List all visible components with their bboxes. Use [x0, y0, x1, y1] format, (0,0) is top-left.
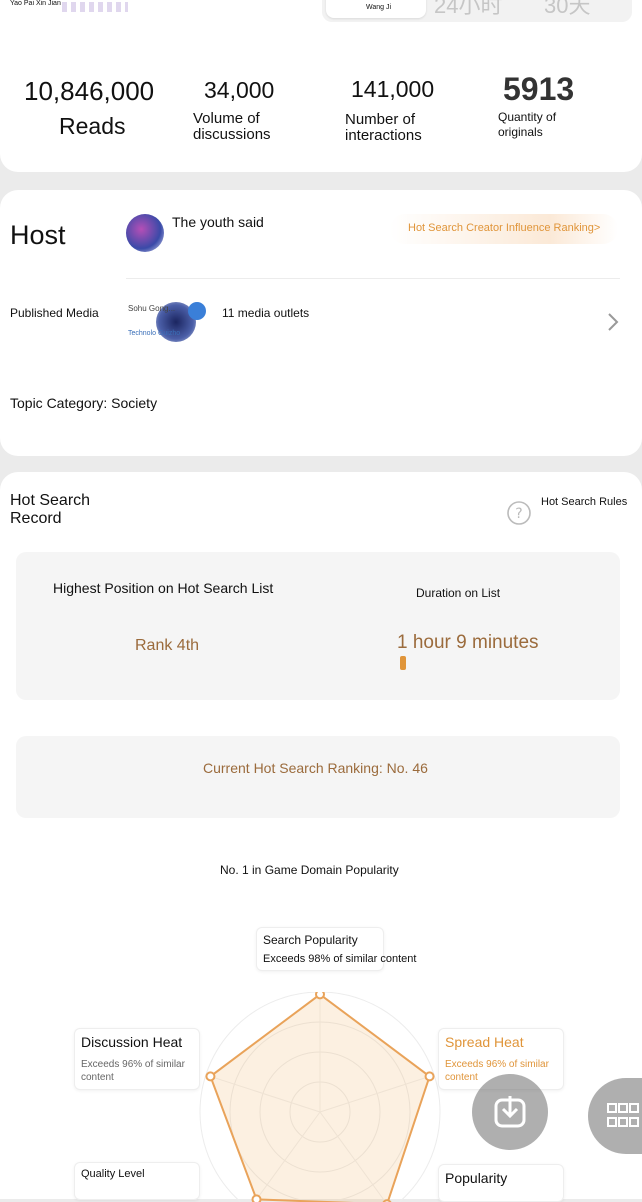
- svg-text:?: ?: [515, 506, 522, 522]
- search-popularity-label: Search Popularity Exceeds 98% of similar…: [256, 927, 416, 971]
- radar-polygon: [209, 993, 431, 1202]
- stats-card: Yao Pai Xin Jian Wang Ji 24小时 30天 10,846…: [0, 0, 642, 172]
- host-name[interactable]: The youth said: [172, 214, 264, 230]
- question-circle-icon[interactable]: ?: [506, 500, 532, 526]
- duration-marker: [400, 656, 406, 670]
- duration-label: Duration on List: [416, 586, 501, 600]
- highest-position-label: Highest Position on Hot Search List: [53, 580, 274, 596]
- highest-position-value: Rank 4th: [135, 637, 200, 654]
- media-logo-small: [188, 302, 206, 320]
- media-count: 11 media outlets: [222, 306, 310, 320]
- discussion-heat-label: Discussion Heat Exceeds 96% of similar c…: [74, 1028, 200, 1090]
- interactions-label: Number of interactions: [345, 111, 422, 144]
- period-tabs: Wang Ji 24小时 30天: [322, 0, 632, 22]
- hot-search-title: Hot Search Record: [10, 492, 91, 527]
- tab-active[interactable]: Wang Ji: [326, 0, 426, 18]
- radar-point-spread_heat: [424, 1071, 435, 1082]
- radar-point-search_popularity: [315, 992, 325, 1000]
- current-ranking-panel: Current Hot Search Ranking: No. 46: [16, 736, 620, 818]
- topic-category: Topic Category: Society: [10, 395, 158, 411]
- hot-search-card: Hot Search Record ? Hot Search Rules Hig…: [0, 472, 642, 1202]
- radar-chart: [199, 992, 441, 1202]
- tab-active-label: Wang Ji: [366, 4, 392, 11]
- reads-label: Reads: [59, 113, 126, 139]
- record-panel: Highest Position on Hot Search List Rank…: [16, 552, 620, 700]
- divider: [126, 278, 620, 279]
- tab-30d[interactable]: 30天: [544, 0, 590, 20]
- media-logos[interactable]: Sohu Gong... Technolo Guizho: [126, 300, 216, 342]
- published-media-label: Published Media: [10, 306, 99, 320]
- tab-24h[interactable]: 24小时: [434, 0, 502, 20]
- reads-value: 10,846,000: [24, 76, 155, 106]
- ranking-link-label: Hot Search Creator Influence Ranking>: [408, 222, 601, 234]
- media-logo-text-1: Sohu Gong...: [128, 304, 176, 313]
- host-title: Host: [10, 220, 66, 250]
- hot-search-rules[interactable]: Hot Search Rules: [541, 496, 627, 508]
- popularity-label: Popularity: [438, 1164, 564, 1202]
- domain-popularity: No. 1 in Game Domain Popularity: [220, 863, 399, 877]
- host-card: Host The youth said Hot Search Creator I…: [0, 190, 642, 456]
- originals-value: 5913: [503, 71, 575, 107]
- media-logo-text-2: Technolo Guizho: [128, 330, 181, 337]
- radar-point-discussion_heat: [205, 1071, 216, 1082]
- discussions-value: 34,000: [204, 77, 275, 103]
- download-button[interactable]: [472, 1074, 548, 1150]
- blurred-header-text: [62, 2, 128, 12]
- download-icon: [494, 1096, 526, 1128]
- discussions-label: Volume of discussions: [193, 110, 271, 143]
- header-app-text: Yao Pai Xin Jian: [10, 0, 61, 7]
- duration-value: 1 hour 9 minutes: [397, 632, 539, 653]
- ranking-link[interactable]: Hot Search Creator Influence Ranking>: [390, 214, 618, 244]
- current-ranking: Current Hot Search Ranking: No. 46: [203, 760, 428, 776]
- chevron-right-icon[interactable]: [606, 312, 620, 332]
- interactions-value: 141,000: [351, 76, 435, 102]
- grid-icon: [607, 1103, 639, 1127]
- originals-label: Quantity of originals: [498, 110, 557, 139]
- quality-level-label: Quality Level: [74, 1162, 200, 1200]
- host-avatar[interactable]: [126, 214, 164, 252]
